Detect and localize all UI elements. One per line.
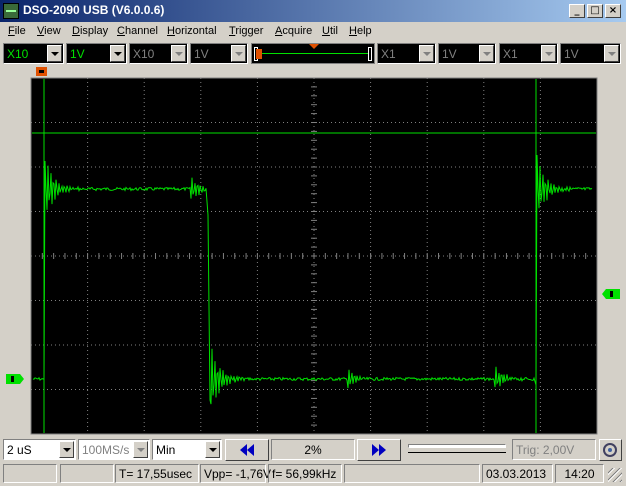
status-bar: T= 17,55usec Vpp= -1,76V f= 56,99kHz 03.… xyxy=(0,462,626,486)
trigger-time-marker-icon[interactable] xyxy=(36,67,47,76)
settings-icon xyxy=(603,443,617,457)
ch3-volts-select[interactable]: 1V xyxy=(438,43,496,64)
menu-view[interactable]: View xyxy=(37,25,61,37)
menu-trigger[interactable]: Trigger xyxy=(229,25,263,37)
app-icon xyxy=(3,3,19,19)
trigger-level-readout: Trig: 2,00V xyxy=(512,439,596,460)
menu-acquire[interactable]: Acquire xyxy=(275,25,312,37)
acquire-mode-select[interactable]: Min xyxy=(152,439,222,460)
settings-button[interactable] xyxy=(599,439,622,461)
frequency-readout: f= 56,99kHz xyxy=(268,464,342,483)
menu-file[interactable]: File xyxy=(8,25,26,37)
ch2-probe-select[interactable]: X10 xyxy=(129,43,188,64)
date-readout: 03.03.2013 xyxy=(482,464,553,483)
menu-horizontal[interactable]: Horizontal xyxy=(167,25,217,37)
ch1-probe-select[interactable]: X10 xyxy=(3,43,64,64)
time-readout: 14:20 xyxy=(555,464,604,483)
maximize-button[interactable]: □ xyxy=(587,4,603,18)
scroll-left-button[interactable] xyxy=(225,439,269,461)
window-title: DSO-2090 USB (V6.0.0.6) xyxy=(23,3,165,17)
period-readout: T= 17,55usec xyxy=(115,464,199,483)
vpp-readout: Vpp= -1,76V xyxy=(200,464,271,483)
menu-channel[interactable]: Channel xyxy=(117,25,158,37)
ch3-probe-select[interactable]: X1 xyxy=(377,43,436,64)
status-empty-3 xyxy=(344,464,480,483)
double-left-arrow-icon xyxy=(240,444,254,456)
sample-rate-select[interactable]: 100MS/s xyxy=(78,439,150,460)
timebase-select[interactable]: 2 uS xyxy=(3,439,76,460)
oscilloscope-display[interactable] xyxy=(0,65,626,437)
close-button[interactable]: × xyxy=(605,4,621,18)
scroll-right-button[interactable] xyxy=(357,439,401,461)
double-right-arrow-icon xyxy=(372,444,386,456)
menu-display[interactable]: Display xyxy=(72,25,108,37)
minimize-button[interactable]: _ xyxy=(569,4,585,18)
status-empty-1 xyxy=(3,464,57,483)
ch4-volts-select[interactable]: 1V xyxy=(560,43,621,64)
ch1-volts-select[interactable]: 1V xyxy=(66,43,127,64)
trigger-position-slider[interactable] xyxy=(251,43,375,64)
ch4-probe-select[interactable]: X1 xyxy=(499,43,558,64)
status-empty-2 xyxy=(60,464,114,483)
menu-help[interactable]: Help xyxy=(349,25,372,37)
menu-bar: File View Display Channel Horizontal Tri… xyxy=(0,22,626,41)
trigger-marker-icon[interactable] xyxy=(256,49,262,59)
ch2-volts-select[interactable]: 1V xyxy=(190,43,248,64)
horizontal-position-readout: 2% xyxy=(271,439,355,460)
menu-util[interactable]: Util xyxy=(322,25,338,37)
title-bar: DSO-2090 USB (V6.0.0.6) _ □ × xyxy=(0,0,626,22)
trigger-position-arrow-icon xyxy=(309,44,319,49)
resize-grip-icon[interactable] xyxy=(608,468,622,482)
trigger-level-slider[interactable] xyxy=(404,439,510,461)
